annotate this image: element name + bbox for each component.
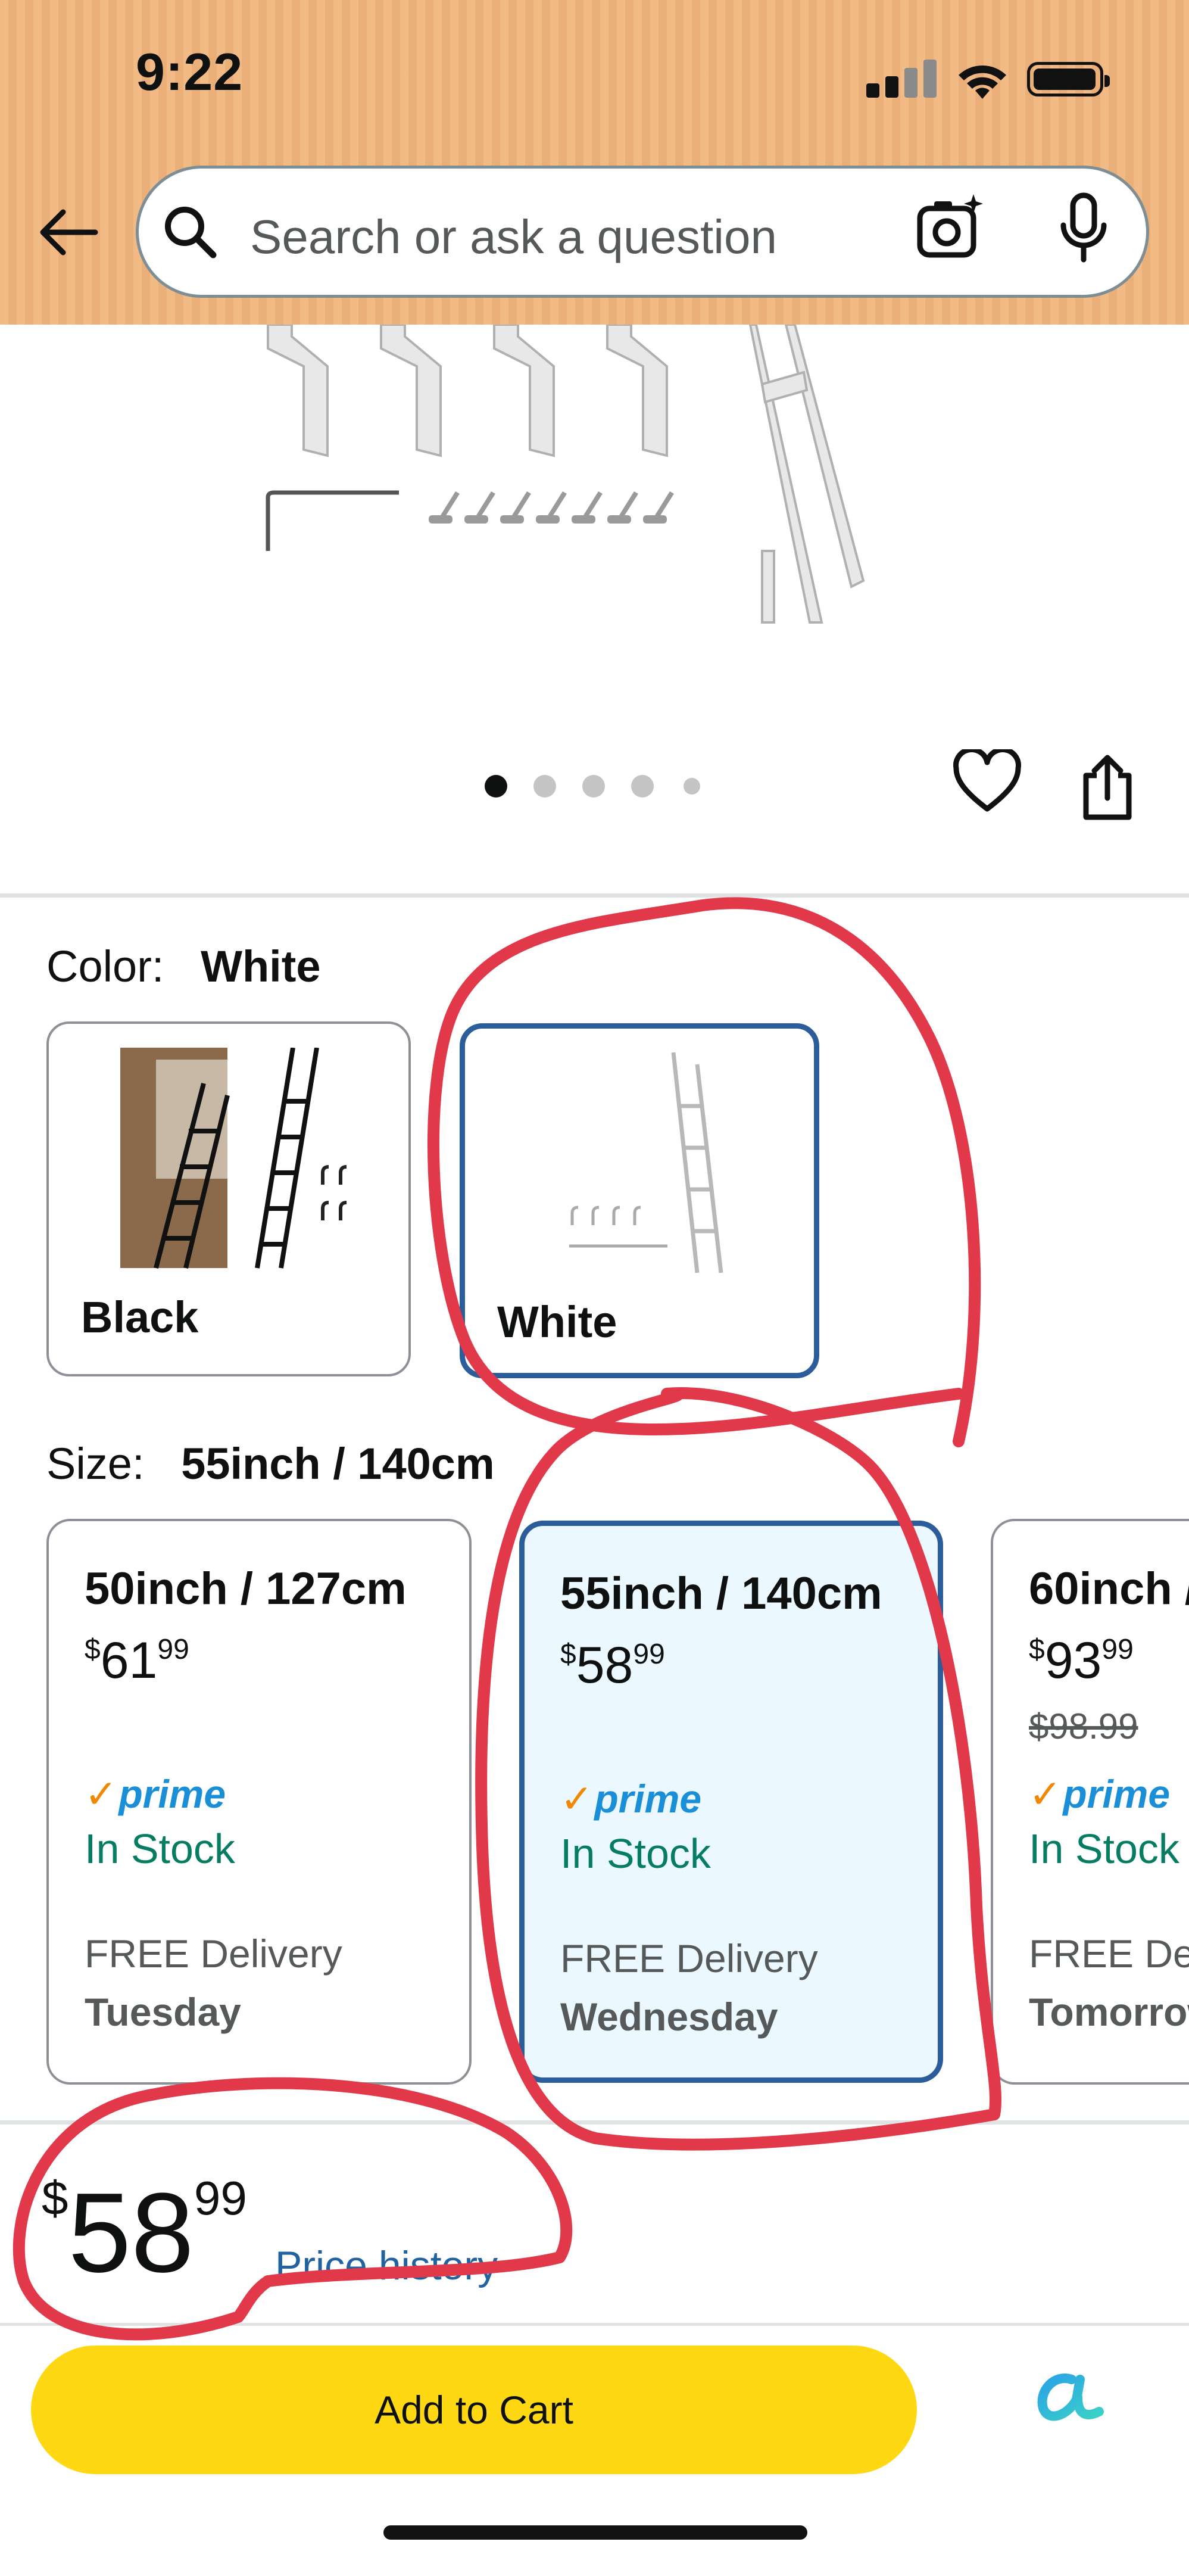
search-input[interactable]: Search or ask a question [250, 210, 777, 264]
color-label: Color: [46, 942, 164, 991]
color-selected-value: White [201, 942, 321, 991]
prime-check-icon: ✓ [1029, 1772, 1062, 1816]
carousel-dot[interactable] [582, 775, 605, 798]
color-option-black[interactable]: Black [46, 1021, 411, 1376]
stock-status: In Stock [560, 1830, 711, 1877]
size-selected-value: 55inch / 140cm [181, 1439, 495, 1488]
heart-icon[interactable] [951, 749, 1023, 815]
delivery-day: Tuesday [85, 1990, 241, 2034]
divider [0, 893, 1189, 898]
color-option-name: White [497, 1297, 617, 1347]
color-label-row: Color: White [46, 941, 321, 992]
size-option-price: $6199 [85, 1632, 189, 1689]
size-option-title: 55inch / 140cm [560, 1568, 882, 1619]
product-price: $5899 [42, 2170, 247, 2296]
delivery-label: FREE Delivery [85, 1932, 342, 1976]
carousel-dot-active[interactable] [485, 775, 507, 798]
size-option-price: $9399 [1029, 1632, 1134, 1689]
camera-search-icon[interactable] [914, 191, 985, 262]
stock-status: In Stock [85, 1826, 235, 1872]
carousel-dot[interactable] [684, 778, 700, 795]
delivery-day: Tomorrow [1029, 1990, 1189, 2034]
cellular-signal-icon [866, 60, 938, 98]
color-option-white[interactable]: White [460, 1023, 819, 1378]
rufus-assistant-icon[interactable] [1030, 2362, 1107, 2427]
carousel-dot[interactable] [533, 775, 556, 798]
wifi-icon [959, 66, 1006, 99]
white-ladder-thumbnail [569, 1052, 723, 1273]
delivery-label: FREE Delivery [560, 1936, 818, 1980]
status-time: 9:22 [136, 42, 244, 101]
divider [0, 2120, 1189, 2125]
delivery-label: FREE Delivery [1029, 1932, 1189, 1976]
microphone-icon[interactable] [1054, 189, 1113, 267]
prime-badge: ✓prime [560, 1777, 702, 1821]
size-option-price: $5899 [560, 1637, 665, 1694]
prime-check-icon: ✓ [85, 1772, 118, 1816]
stock-status: In Stock [1029, 1826, 1179, 1872]
product-image-ladder-and-hooks [266, 325, 865, 624]
price-history-link[interactable]: Price history [275, 2242, 498, 2289]
size-label-row: Size: 55inch / 140cm [46, 1438, 495, 1489]
size-option-50inch[interactable]: 50inch / 127cm $6199 ✓prime In Stock FRE… [46, 1519, 472, 2085]
prime-badge: ✓prime [1029, 1772, 1171, 1816]
list-price: $98.99 [1029, 1706, 1138, 1746]
size-label: Size: [46, 1439, 145, 1488]
prime-badge: ✓prime [85, 1772, 226, 1816]
size-option-55inch[interactable]: 55inch / 140cm $5899 ✓prime In Stock FRE… [519, 1521, 943, 2083]
size-option-60inch-clip: 60inch / 152cm $9399 $98.99 ✓prime In St… [991, 1519, 1189, 2091]
battery-icon [1027, 62, 1110, 96]
add-to-cart-button[interactable]: Add to Cart [31, 2346, 917, 2474]
size-option-60inch[interactable]: 60inch / 152cm $9399 $98.99 ✓prime In St… [991, 1519, 1189, 2085]
search-icon [165, 207, 217, 258]
image-carousel-dots[interactable] [476, 768, 714, 804]
color-option-name: Black [81, 1292, 199, 1342]
add-to-cart-label: Add to Cart [375, 2388, 573, 2432]
home-indicator [383, 2525, 807, 2540]
black-ladder-thumbnail [120, 1048, 347, 1269]
share-icon[interactable] [1078, 752, 1137, 823]
carousel-dot[interactable] [631, 775, 654, 798]
prime-check-icon: ✓ [560, 1777, 594, 1821]
delivery-day: Wednesday [560, 1995, 778, 2039]
size-option-title: 60inch / 152cm [1029, 1563, 1189, 1614]
back-arrow-icon[interactable] [36, 208, 101, 256]
size-option-title: 50inch / 127cm [85, 1563, 407, 1614]
